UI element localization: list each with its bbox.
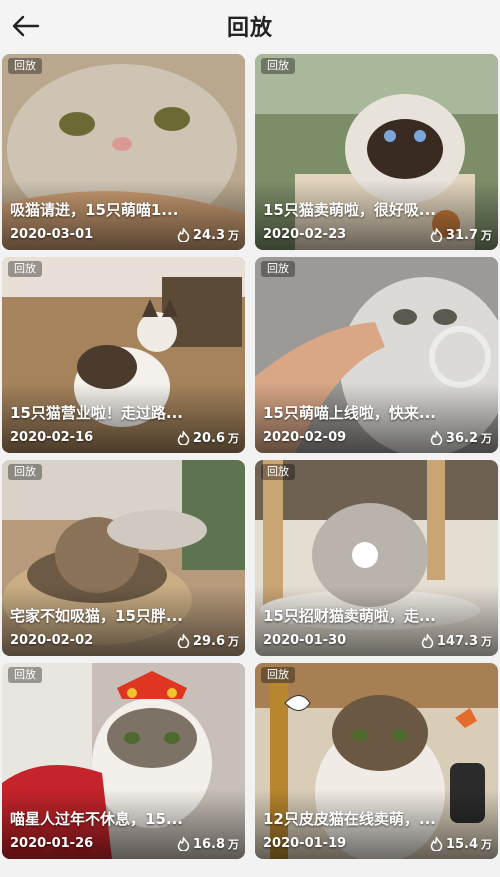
view-count-value: 31.7 [445, 227, 478, 243]
card-date: 2020-02-09 [263, 430, 347, 445]
flame-icon [177, 634, 190, 648]
flame-icon [421, 634, 434, 648]
view-count-unit: 万 [228, 432, 239, 445]
flame-icon [430, 431, 443, 445]
view-count: 29.6 万 [177, 633, 239, 649]
view-count-unit: 万 [481, 432, 492, 445]
replay-badge: 回放 [8, 464, 42, 480]
card-date: 2020-01-19 [263, 836, 347, 851]
replay-badge: 回放 [261, 667, 295, 683]
view-count-value: 24.3 [192, 227, 225, 243]
flame-icon [430, 837, 443, 851]
replay-card[interactable]: 回放 宅家不如吸猫，15只胖... 2020-02-02 29.6 万 [2, 460, 245, 656]
replay-badge: 回放 [8, 667, 42, 683]
replay-card[interactable]: 回放 15只萌喵上线啦，快来... 2020-02-09 36.2 万 [255, 257, 498, 453]
replay-card[interactable]: 回放 15只招财猫卖萌啦，走... 2020-01-30 147.3 万 [255, 460, 498, 656]
card-title: 宅家不如吸猫，15只胖... [10, 607, 183, 625]
card-title: 喵星人过年不休息，15... [10, 810, 183, 828]
view-count-value: 15.4 [445, 836, 478, 852]
replay-card[interactable]: 回放 吸猫请进，15只萌喵1... 2020-03-01 24.3 万 [2, 54, 245, 250]
view-count-value: 29.6 [192, 633, 225, 649]
replay-card[interactable]: 回放 15只猫卖萌啦，很好吸... 2020-02-23 31.7 万 [255, 54, 498, 250]
view-count: 36.2 万 [430, 430, 492, 446]
card-title: 12只皮皮猫在线卖萌，... [263, 810, 436, 828]
replay-badge: 回放 [261, 464, 295, 480]
view-count: 16.8 万 [177, 836, 239, 852]
view-count-value: 20.6 [192, 430, 225, 446]
card-title: 15只萌喵上线啦，快来... [263, 404, 436, 422]
card-title: 15只猫营业啦！走过路... [10, 404, 183, 422]
view-count-unit: 万 [481, 229, 492, 242]
view-count: 31.7 万 [430, 227, 492, 243]
replay-grid: 回放 吸猫请进，15只萌喵1... 2020-03-01 24.3 万 回放 1… [0, 52, 500, 877]
card-date: 2020-03-01 [10, 227, 94, 242]
view-count-unit: 万 [481, 635, 492, 648]
back-arrow-icon[interactable] [8, 10, 44, 42]
view-count-value: 16.8 [192, 836, 225, 852]
card-date: 2020-02-02 [10, 633, 94, 648]
flame-icon [177, 228, 190, 242]
card-date: 2020-01-30 [263, 633, 347, 648]
card-title: 15只猫卖萌啦，很好吸... [263, 201, 436, 219]
replay-card[interactable]: 回放 15只猫营业啦！走过路... 2020-02-16 20.6 万 [2, 257, 245, 453]
page-title: 回放 [226, 16, 273, 41]
top-bar: 回放 [0, 0, 500, 52]
view-count-unit: 万 [228, 635, 239, 648]
card-date: 2020-02-16 [10, 430, 94, 445]
replay-badge: 回放 [261, 58, 295, 74]
flame-icon [177, 837, 190, 851]
view-count-unit: 万 [228, 838, 239, 851]
replay-badge: 回放 [8, 58, 42, 74]
replay-badge: 回放 [8, 261, 42, 277]
view-count: 20.6 万 [177, 430, 239, 446]
replay-card[interactable]: 回放 12只皮皮猫在线卖萌，... 2020-01-19 15.4 万 [255, 663, 498, 859]
flame-icon [177, 431, 190, 445]
flame-icon [430, 228, 443, 242]
view-count: 24.3 万 [177, 227, 239, 243]
view-count: 147.3 万 [421, 633, 492, 649]
view-count-unit: 万 [228, 229, 239, 242]
card-title: 15只招财猫卖萌啦，走... [263, 607, 436, 625]
view-count-value: 36.2 [445, 430, 478, 446]
view-count: 15.4 万 [430, 836, 492, 852]
replay-card[interactable]: 回放 喵星人过年不休息，15... 2020-01-26 16.8 万 [2, 663, 245, 859]
bottom-strip [0, 865, 500, 877]
view-count-value: 147.3 [436, 633, 478, 649]
card-title: 吸猫请进，15只萌喵1... [10, 201, 179, 219]
replay-badge: 回放 [261, 261, 295, 277]
card-date: 2020-02-23 [263, 227, 347, 242]
card-date: 2020-01-26 [10, 836, 94, 851]
view-count-unit: 万 [481, 838, 492, 851]
